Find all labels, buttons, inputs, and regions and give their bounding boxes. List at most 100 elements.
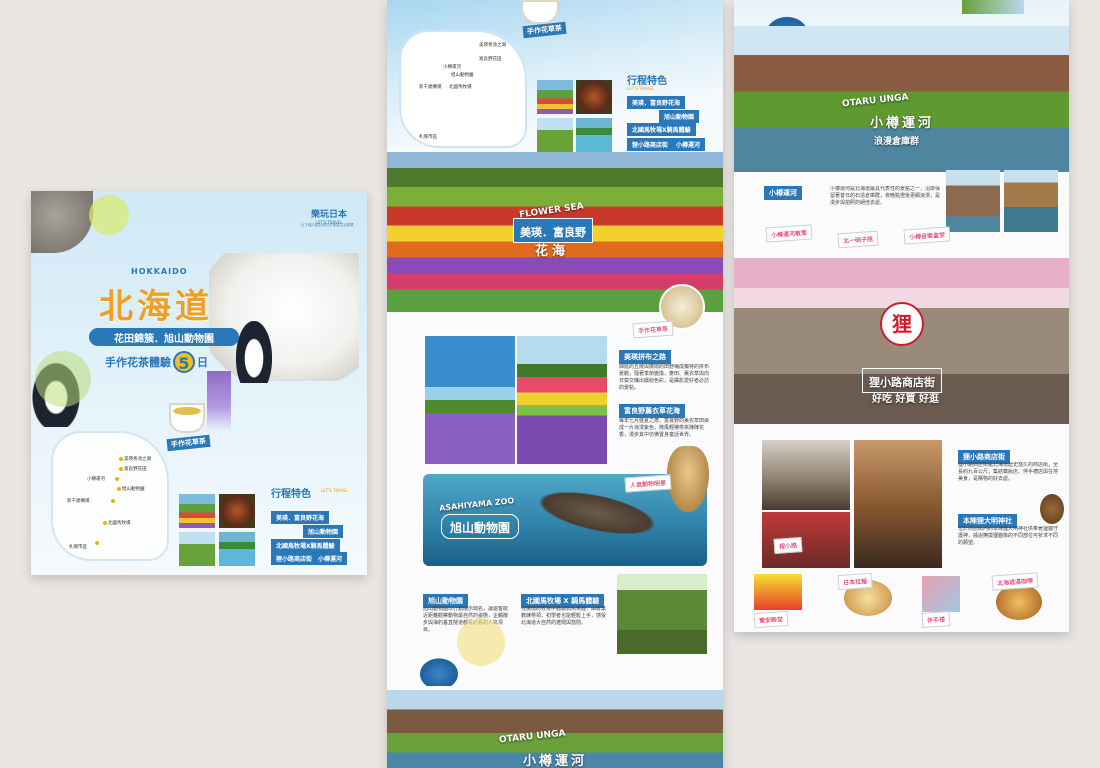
photo-blue-pond <box>576 118 612 152</box>
tea-sticker: 手作花草茶 <box>632 320 674 339</box>
shop-sticker: 北海道湯咖哩 <box>991 572 1039 591</box>
otaru-title: 小樽運河 <box>523 754 588 768</box>
shop-sticker: 日本拉麵 <box>837 572 873 591</box>
photo-tanuki-shrine <box>854 440 942 568</box>
feature-tag: 北國馬牧場X騎馬體驗 <box>627 123 696 136</box>
feature-tag: 美瑛．富良野花海 <box>627 96 686 109</box>
photo-horse-forest <box>617 574 707 654</box>
photo-flower-field <box>537 80 573 114</box>
map-dot <box>103 521 107 525</box>
map-dot <box>111 499 115 503</box>
polar-bear-image <box>209 253 359 381</box>
map-label: 富良野花田 <box>124 467 147 472</box>
biei-text: 綿延的丘陵與廣闊的田野構成獨特的拼布景觀，隨著季節變換，麥田、薰衣草與向日葵交織… <box>619 364 710 391</box>
photo-flower-field <box>179 494 215 528</box>
map-label: 美瑛青池之湖 <box>479 43 506 48</box>
lavender-image <box>207 371 231 431</box>
map-label: 北國馬牧場 <box>449 85 472 90</box>
features-title: 行程特色 <box>627 76 667 87</box>
main-title: 北海道 <box>99 287 213 327</box>
photo-canal-boat <box>1004 170 1058 232</box>
feature-tag: 小樽運河 <box>313 552 348 565</box>
canal-sticker: 小樽音樂盒堂 <box>903 226 951 245</box>
map-label: 旭山動物園 <box>122 487 145 492</box>
shop-sticker: 伴手禮 <box>921 611 951 628</box>
map-label: 旭山動物園 <box>451 73 474 78</box>
shrine-text: 位於商店街內的本陣狸大明神社供奉著狸貓守護神，據說撫摸狸貓像的不同部位可祈求不同… <box>958 526 1058 546</box>
shop-title: 狸小路商店街 <box>869 376 935 389</box>
map-label: 小樽運河 <box>87 477 105 482</box>
photo-souvenir <box>922 576 960 612</box>
map-label: 札幌市區 <box>419 135 437 140</box>
shop-sticker: 狸小路 <box>773 537 803 554</box>
sea-lion-icon <box>417 656 461 686</box>
cover-sheet: 樂玩日本 LET'S TRAVEL 以下僅介紹日本的日常及生活習慣 HOKKAI… <box>31 191 367 575</box>
photo-top-strip <box>962 0 1024 14</box>
tea-liquid <box>173 407 201 415</box>
photo-blue-pond <box>219 532 255 566</box>
features-title: 行程特色 <box>271 489 311 500</box>
lantern-icon: 狸 <box>880 302 924 346</box>
features-title-en: LET'S TRAVEL <box>321 488 349 493</box>
shop-subtitle: 好吃 好買 好逛 <box>872 394 939 405</box>
days-badge: 5 <box>173 351 195 373</box>
furano-tag: 富良野薰衣草花海 <box>619 404 685 418</box>
map-label: 富良野花田 <box>479 57 502 62</box>
map-label: 小樽運河 <box>443 65 461 70</box>
tagline-b: 日 <box>197 356 208 369</box>
lion-image <box>667 446 709 512</box>
photo-biei-tree <box>425 336 515 464</box>
detail-sheet-2: 手作花草茶 美瑛青池之湖 富良野花田 小樽運河 旭山動物園 新千歲機場 北國馬牧… <box>387 0 723 768</box>
photo-horse-riding <box>537 118 573 152</box>
photo-red-panda <box>219 494 255 528</box>
yellow-circle-decoration <box>457 618 505 666</box>
feature-tag: 狸小路商店街 <box>627 138 674 151</box>
photo-arcade <box>762 440 850 510</box>
hokkaido-map <box>51 431 169 561</box>
map-label: 札幌市區 <box>69 545 87 550</box>
map-label: 新千歲機場 <box>67 499 90 504</box>
map-dot <box>119 467 123 471</box>
detail-sheet-3: OTARU UNGA 小樽運河 浪漫倉庫群 小樽運河 小樽運河是北海道最具代表性… <box>734 0 1069 632</box>
subtitle-text: 花田錦簇．旭山動物園 <box>114 333 214 345</box>
zoo-sticker: 人氣動物明星 <box>624 474 672 493</box>
tagline-a: 手作花茶體驗 <box>105 356 171 369</box>
subtitle-banner: 花田錦簇．旭山動物園 <box>89 328 239 346</box>
otaru-subtitle: 浪漫倉庫群 <box>874 137 920 147</box>
zoo-title: 旭山動物園 <box>450 521 511 535</box>
photo-horse-riding <box>179 532 215 566</box>
feature-tag: 小樽運河 <box>671 138 706 151</box>
canal-tag: 小樽運河 <box>764 186 802 200</box>
sun-decoration <box>89 195 129 235</box>
flower-sea-subtitle: 花海 <box>535 244 570 259</box>
flower-sea-title: 美瑛．富良野 <box>520 226 586 239</box>
photo-donki <box>754 574 802 610</box>
map-label: 美瑛青池之湖 <box>124 457 151 462</box>
tagline: 手作花茶體驗 5 日 <box>105 351 208 373</box>
canal-sticker: 小樽運河散策 <box>765 224 813 243</box>
green-circle-decoration <box>35 351 91 407</box>
canal-sticker: 北一硝子館 <box>837 230 879 249</box>
features-title-en: LET'S TRAVEL <box>627 86 655 91</box>
photo-red-panda <box>576 80 612 114</box>
shop-sticker: 驚安殿堂 <box>753 610 789 629</box>
shop-text: 狸小路商店街是北海道歷史悠久的商店街，全長約九百公尺，集結藥妝店、伴手禮店與在地… <box>958 462 1058 482</box>
penguin-image <box>236 321 272 383</box>
map-label: 北國馬牧場 <box>108 521 131 526</box>
feature-tag: 旭山動物園 <box>659 110 700 123</box>
canal-text: 小樽運河是北海道最具代表性的景點之一，沿岸保留著昔日的石造倉庫群，夜晚點燈後更顯… <box>830 186 940 206</box>
map-dot <box>115 477 119 481</box>
map-dot <box>119 457 123 461</box>
map-label: 新千歲機場 <box>419 85 442 90</box>
zoo-title-box: 旭山動物園 <box>441 514 520 539</box>
feature-tag: 狸小路商店街 <box>271 552 318 565</box>
region-en: HOKKAIDO <box>131 267 188 276</box>
feature-tag: 旭山動物園 <box>303 525 344 538</box>
map-dot <box>117 487 121 491</box>
ranch-text: 在廣闊的牧場中體驗騎馬樂趣，由專業教練帶領，初學者也能輕鬆上手，感受北海道大自然… <box>521 606 607 626</box>
photo-furano-lavender <box>517 336 607 464</box>
photo-canal-building <box>946 170 1000 232</box>
brand-subtitle: 以下僅介紹日本的日常及生活習慣 <box>301 223 354 227</box>
otaru-title: 小樽運河 <box>870 116 935 131</box>
seal-image <box>31 191 93 253</box>
